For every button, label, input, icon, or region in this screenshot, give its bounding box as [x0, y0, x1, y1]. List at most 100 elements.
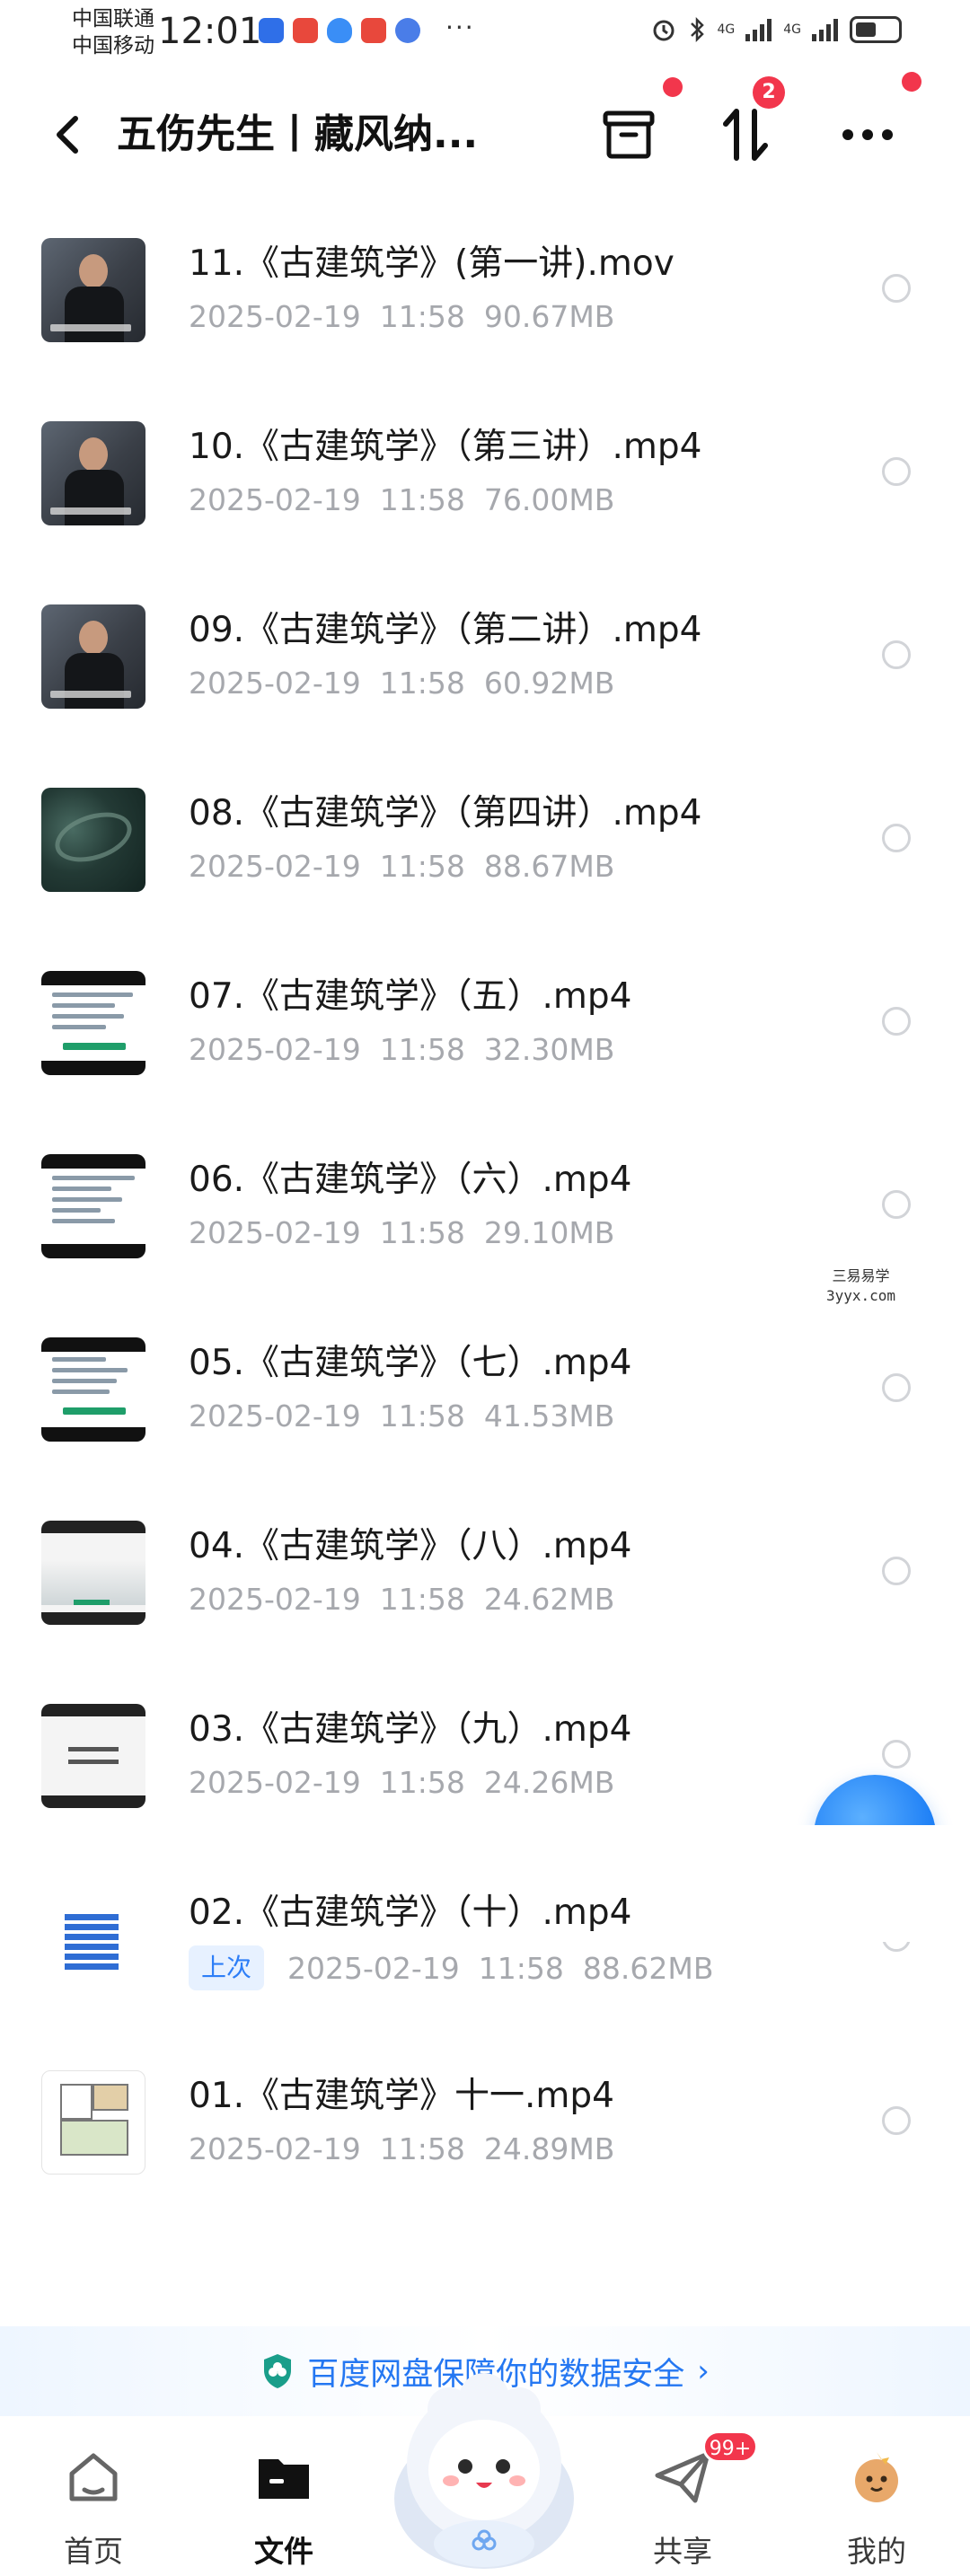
- select-radio[interactable]: [882, 2106, 911, 2135]
- file-meta: 2025-02-19 11:58 32.30MB: [189, 1032, 615, 1067]
- more-dots-icon: [842, 129, 893, 140]
- select-radio[interactable]: [882, 1190, 911, 1219]
- bluetooth-icon: [691, 16, 705, 43]
- video-thumbnail: [41, 238, 146, 342]
- shield-app-icon: [327, 18, 352, 43]
- file-meta: 2025-02-19 11:58 24.62MB: [189, 1582, 615, 1617]
- select-radio[interactable]: [882, 457, 911, 486]
- folder-title: 五伤先生丨藏风纳...: [117, 111, 479, 157]
- fab-overlap-mask: [790, 1825, 970, 1942]
- file-name: 03.《古建筑学》（九）.mp4: [189, 1709, 632, 1750]
- file-row[interactable]: 05.《古建筑学》（七）.mp4 2025-02-19 11:58 41.53M…: [0, 1297, 970, 1480]
- back-arrow-icon[interactable]: [45, 108, 90, 162]
- carrier-2: 中国移动: [72, 34, 154, 57]
- tab-home[interactable]: 首页: [22, 2434, 165, 2569]
- file-meta: 2025-02-19 11:58 41.53MB: [189, 1398, 615, 1434]
- file-row[interactable]: 07.《古建筑学》（五）.mp4 2025-02-19 11:58 32.30M…: [0, 931, 970, 1114]
- file-name: 07.《古建筑学》（五）.mp4: [189, 976, 632, 1017]
- last-viewed-badge: 上次: [189, 1945, 265, 1990]
- shield-cloud-icon: [264, 2354, 292, 2388]
- tab-share-label: 共享: [653, 2534, 712, 2569]
- more-notifications-icon: ···: [445, 13, 475, 42]
- alarm-icon: [653, 20, 675, 41]
- signal-2-icon: [812, 19, 838, 41]
- file-row[interactable]: 10.《古建筑学》（第三讲）.mp4 2025-02-19 11:58 76.0…: [0, 381, 970, 564]
- file-row[interactable]: 06.《古建筑学》（六）.mp4 2025-02-19 11:58 29.10M…: [0, 1114, 970, 1297]
- battery-icon: [850, 16, 902, 43]
- signal-1-icon: [745, 19, 772, 41]
- carrier-1: 中国联通: [72, 7, 154, 31]
- paper-plane-icon: [655, 2451, 710, 2503]
- video-thumbnail: [41, 604, 146, 709]
- app-notification-icon: [259, 18, 284, 43]
- signal-2-label: 4G: [783, 22, 801, 37]
- book-app-icon: [361, 18, 386, 43]
- transfer-list-button[interactable]: [710, 99, 781, 171]
- tab-mine-label: 我的: [847, 2534, 906, 2569]
- share-count-badge: 99+: [702, 2430, 758, 2463]
- file-row[interactable]: 08.《古建筑学》（第四讲）.mp4 2025-02-19 11:58 88.6…: [0, 747, 970, 931]
- archive-box-icon: [603, 110, 655, 159]
- more-options-button[interactable]: [832, 99, 904, 171]
- mascot-button-icon[interactable]: [386, 2364, 582, 2576]
- video-thumbnail: [41, 2070, 146, 2175]
- file-meta: 2025-02-19 11:58 24.89MB: [189, 2131, 615, 2166]
- select-radio[interactable]: [882, 1373, 911, 1402]
- file-meta: 上次 2025-02-19 11:58 88.62MB: [189, 1945, 713, 1990]
- file-row[interactable]: 01.《古建筑学》十一.mp4 2025-02-19 11:58 24.89MB: [0, 2030, 970, 2213]
- video-thumbnail: [41, 971, 146, 1075]
- app-notification-icon: [293, 18, 318, 43]
- file-meta: 2025-02-19 11:58 90.67MB: [189, 299, 615, 334]
- file-name: 02.《古建筑学》（十）.mp4: [189, 1892, 632, 1933]
- file-row[interactable]: 11.《古建筑学》(第一讲).mov 2025-02-19 11:58 90.6…: [0, 198, 970, 381]
- select-radio[interactable]: [882, 640, 911, 669]
- home-icon: [69, 2453, 118, 2501]
- file-meta: 2025-02-19 11:58 88.67MB: [189, 849, 615, 884]
- select-radio[interactable]: [882, 1740, 911, 1769]
- file-row[interactable]: 04.《古建筑学》（八）.mp4 2025-02-19 11:58 24.62M…: [0, 1480, 970, 1663]
- file-row[interactable]: 09.《古建筑学》（第二讲）.mp4 2025-02-19 11:58 60.9…: [0, 564, 970, 747]
- video-thumbnail: [41, 1337, 146, 1442]
- video-thumbnail: [41, 1704, 146, 1808]
- archive-button[interactable]: [593, 99, 665, 171]
- video-thumbnail: [41, 1887, 146, 1991]
- select-radio[interactable]: [882, 824, 911, 852]
- file-name: 06.《古建筑学》（六）.mp4: [189, 1160, 632, 1200]
- status-app-icons: [259, 18, 420, 43]
- more-notification-dot: [902, 72, 922, 92]
- watermark: 三易易学 3yyx.com: [826, 1267, 896, 1304]
- status-bar: 中国联通 中国移动 12:01 ··· 4G 4G: [0, 0, 970, 72]
- file-name: 04.《古建筑学》（八）.mp4: [189, 1526, 632, 1566]
- folder-header: 五伤先生丨藏风纳... 2: [0, 72, 970, 198]
- select-radio[interactable]: [882, 1007, 911, 1036]
- video-thumbnail: [41, 788, 146, 892]
- status-indicators: 4G 4G: [650, 16, 902, 43]
- status-clock: 12:01: [158, 11, 262, 52]
- chevron-right-icon: ›: [697, 2353, 710, 2389]
- folder-icon: [259, 2459, 309, 2499]
- file-meta: 2025-02-19 11:58 24.26MB: [189, 1765, 615, 1800]
- file-name: 08.《古建筑学》（第四讲）.mp4: [189, 793, 702, 834]
- video-thumbnail: [41, 1521, 146, 1625]
- video-thumbnail: [41, 1154, 146, 1258]
- transfer-count-badge: 2: [753, 76, 785, 109]
- file-meta: 2025-02-19 11:58 60.92MB: [189, 666, 615, 701]
- file-name: 01.《古建筑学》十一.mp4: [189, 2076, 614, 2116]
- music-app-icon: [395, 18, 420, 43]
- signal-1-label: 4G: [717, 22, 736, 37]
- video-thumbnail: [41, 421, 146, 525]
- select-radio[interactable]: [882, 1557, 911, 1585]
- tab-files-label: 文件: [254, 2534, 313, 2569]
- archive-notification-dot: [663, 77, 683, 97]
- tab-mine[interactable]: 我的: [805, 2434, 948, 2569]
- up-down-transfer-icon: [723, 109, 768, 161]
- avatar-icon: [855, 2452, 898, 2502]
- tab-files[interactable]: 文件: [212, 2434, 356, 2569]
- file-name: 10.《古建筑学》（第三讲）.mp4: [189, 427, 702, 467]
- file-name: 05.《古建筑学》（七）.mp4: [189, 1343, 632, 1383]
- select-radio[interactable]: [882, 274, 911, 303]
- file-name: 11.《古建筑学》(第一讲).mov: [189, 243, 675, 284]
- file-meta: 2025-02-19 11:58 29.10MB: [189, 1215, 615, 1250]
- carrier-labels: 中国联通 中国移动: [72, 5, 154, 59]
- file-meta: 2025-02-19 11:58 76.00MB: [189, 482, 615, 517]
